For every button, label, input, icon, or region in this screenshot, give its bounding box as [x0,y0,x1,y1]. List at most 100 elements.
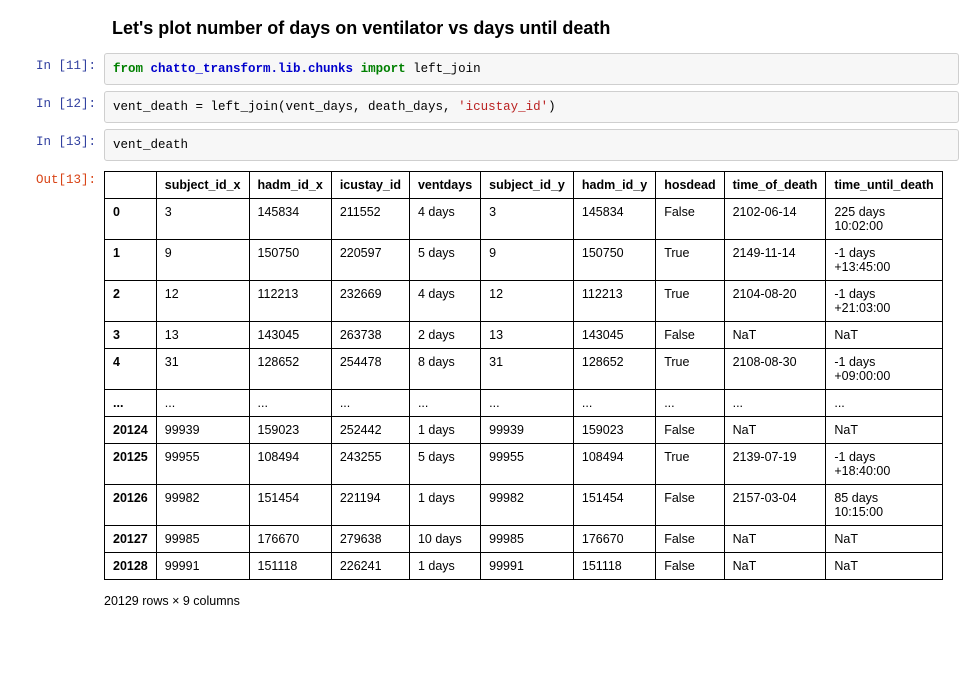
table-cell: 232669 [331,281,409,322]
table-cell: 2149-11-14 [724,240,826,281]
table-cell: NaT [724,322,826,349]
table-cell: 2 days [409,322,480,349]
table-cell: 151118 [249,553,331,580]
table-cell: 243255 [331,444,409,485]
table-row: 20126999821514542211941 days99982151454F… [105,485,943,526]
table-cell: 143045 [573,322,655,349]
table-cell: NaT [724,417,826,444]
table-cell: 226241 [331,553,409,580]
table-cell: ... [331,390,409,417]
table-row: 4311286522544788 days31128652True2108-08… [105,349,943,390]
table-cell: 1 days [409,553,480,580]
table-row: .............................. [105,390,943,417]
table-cell: 112213 [573,281,655,322]
table-cell: -1 days+18:40:00 [826,444,942,485]
output-prompt: Out[13]: [18,167,104,187]
table-cell: 99939 [481,417,574,444]
table-cell: 254478 [331,349,409,390]
table-row: 20128999911511182262411 days99991151118F… [105,553,943,580]
table-cell: 3 [481,199,574,240]
table-cell: 150750 [249,240,331,281]
table-cell: 211552 [331,199,409,240]
code-token: import [361,62,406,76]
code-token: from [113,62,151,76]
table-row: 20124999391590232524421 days99939159023F… [105,417,943,444]
markdown-heading: Let's plot number of days on ventilator … [112,18,959,39]
table-cell: ... [724,390,826,417]
table-header-cell: ventdays [409,172,480,199]
table-cell: ... [156,390,249,417]
table-cell: 8 days [409,349,480,390]
table-cell: False [656,322,724,349]
table-cell: 252442 [331,417,409,444]
table-header-cell: hadm_id_y [573,172,655,199]
table-cell: 1 days [409,417,480,444]
table-cell: 1 days [409,485,480,526]
table-cell: 128652 [249,349,331,390]
code-input[interactable]: vent_death [104,129,959,161]
code-token: vent_death [113,138,188,152]
table-cell: 225 days10:02:00 [826,199,942,240]
input-cell-13: In [13]: vent_death [18,129,959,161]
table-cell: 99991 [156,553,249,580]
table-cell: ... [409,390,480,417]
table-cell: 12 [156,281,249,322]
table-cell: 108494 [249,444,331,485]
table-header-cell [105,172,157,199]
table-header-cell: subject_id_x [156,172,249,199]
table-cell: 108494 [573,444,655,485]
table-cell: False [656,553,724,580]
table-row-index: ... [105,390,157,417]
table-cell: ... [573,390,655,417]
table-row: 2121122132326694 days12112213True2104-08… [105,281,943,322]
table-cell: 151454 [249,485,331,526]
table-cell: False [656,526,724,553]
code-token: 'icustay_id' [458,100,548,114]
table-cell: 145834 [573,199,655,240]
table-row: 201279998517667027963810 days99985176670… [105,526,943,553]
input-prompt: In [11]: [18,53,104,73]
input-cell-12: In [12]: vent_death = left_join(vent_day… [18,91,959,123]
table-cell: False [656,485,724,526]
table-cell: NaT [826,417,942,444]
table-row-index: 20126 [105,485,157,526]
table-cell: False [656,417,724,444]
table-cell: 5 days [409,444,480,485]
table-cell: 279638 [331,526,409,553]
table-header-cell: subject_id_y [481,172,574,199]
table-cell: 13 [481,322,574,349]
output-area: subject_id_xhadm_id_xicustay_idventdayss… [104,167,959,614]
table-cell: 159023 [573,417,655,444]
table-cell: 99982 [156,485,249,526]
code-token [353,62,361,76]
table-cell: 12 [481,281,574,322]
table-row: 191507502205975 days9150750True2149-11-1… [105,240,943,281]
input-prompt: In [12]: [18,91,104,111]
input-prompt: In [13]: [18,129,104,149]
table-cell: NaT [826,322,942,349]
table-cell: 2102-06-14 [724,199,826,240]
table-cell: 112213 [249,281,331,322]
table-cell: 9 [156,240,249,281]
table-cell: 4 days [409,199,480,240]
table-row-index: 0 [105,199,157,240]
table-row-index: 20125 [105,444,157,485]
code-input[interactable]: vent_death = left_join(vent_days, death_… [104,91,959,123]
input-cell-11: In [11]: from chatto_transform.lib.chunk… [18,53,959,85]
table-cell: 220597 [331,240,409,281]
table-cell: 85 days10:15:00 [826,485,942,526]
table-cell: 9 [481,240,574,281]
code-input[interactable]: from chatto_transform.lib.chunks import … [104,53,959,85]
table-header-cell: time_of_death [724,172,826,199]
table-cell: True [656,240,724,281]
table-cell: ... [249,390,331,417]
table-cell: -1 days+13:45:00 [826,240,942,281]
table-row-index: 20128 [105,553,157,580]
table-cell: 263738 [331,322,409,349]
table-cell: 2157-03-04 [724,485,826,526]
table-cell: 151454 [573,485,655,526]
table-cell: 10 days [409,526,480,553]
table-cell: -1 days+09:00:00 [826,349,942,390]
table-cell: 176670 [249,526,331,553]
table-cell: ... [656,390,724,417]
